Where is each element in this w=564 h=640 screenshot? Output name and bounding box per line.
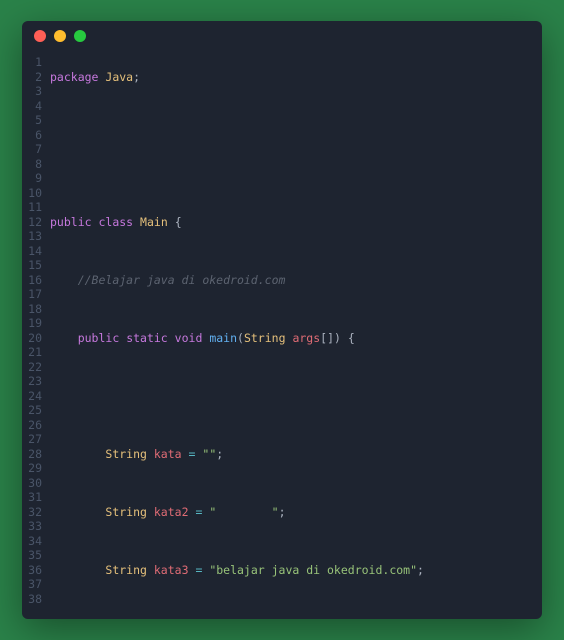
line-number: 20 <box>28 331 42 346</box>
line-number: 10 <box>28 186 42 201</box>
keyword-class: class <box>98 215 133 229</box>
code-content[interactable]: package Java; public class Main { //Bela… <box>50 55 542 619</box>
line-number: 23 <box>28 374 42 389</box>
code-editor[interactable]: 1234567891011121314151617181920212223242… <box>22 51 542 619</box>
line-number: 36 <box>28 563 42 578</box>
line-number: 14 <box>28 244 42 259</box>
string-literal: "belajar java di okedroid.com" <box>209 563 417 577</box>
var-kata3: kata3 <box>154 563 189 577</box>
line-number: 30 <box>28 476 42 491</box>
editor-window: 1234567891011121314151617181920212223242… <box>22 21 542 619</box>
line-number: 35 <box>28 548 42 563</box>
line-number: 21 <box>28 345 42 360</box>
line-number: 18 <box>28 302 42 317</box>
line-number: 32 <box>28 505 42 520</box>
line-gutter: 1234567891011121314151617181920212223242… <box>22 55 50 619</box>
var-kata: kata <box>154 447 182 461</box>
keyword-static: static <box>126 331 168 345</box>
keyword-void: void <box>175 331 203 345</box>
line-number: 34 <box>28 534 42 549</box>
line-number: 37 <box>28 577 42 592</box>
var-kata2: kata2 <box>154 505 189 519</box>
line-number: 29 <box>28 461 42 476</box>
line-number: 22 <box>28 360 42 375</box>
line-number: 27 <box>28 432 42 447</box>
line-number: 24 <box>28 389 42 404</box>
line-number: 3 <box>28 84 42 99</box>
string-literal: " " <box>209 505 278 519</box>
line-number: 25 <box>28 403 42 418</box>
method-main: main <box>209 331 237 345</box>
line-number: 6 <box>28 128 42 143</box>
line-number: 12 <box>28 215 42 230</box>
comment: //Belajar java di okedroid.com <box>78 273 286 287</box>
keyword-package: package <box>50 70 98 84</box>
param-args: args <box>292 331 320 345</box>
line-number: 2 <box>28 70 42 85</box>
line-number: 8 <box>28 157 42 172</box>
class-main: Main <box>140 215 168 229</box>
line-number: 15 <box>28 258 42 273</box>
line-number: 7 <box>28 142 42 157</box>
line-number: 28 <box>28 447 42 462</box>
close-icon[interactable] <box>34 30 46 42</box>
minimize-icon[interactable] <box>54 30 66 42</box>
line-number: 19 <box>28 316 42 331</box>
maximize-icon[interactable] <box>74 30 86 42</box>
titlebar <box>22 21 542 51</box>
line-number: 26 <box>28 418 42 433</box>
line-number: 33 <box>28 519 42 534</box>
line-number: 4 <box>28 99 42 114</box>
identifier-java: Java <box>105 70 133 84</box>
string-literal: "" <box>202 447 216 461</box>
line-number: 16 <box>28 273 42 288</box>
line-number: 11 <box>28 200 42 215</box>
line-number: 38 <box>28 592 42 607</box>
line-number: 1 <box>28 55 42 70</box>
line-number: 9 <box>28 171 42 186</box>
line-number: 5 <box>28 113 42 128</box>
keyword-public: public <box>50 215 92 229</box>
line-number: 31 <box>28 490 42 505</box>
line-number: 13 <box>28 229 42 244</box>
line-number: 17 <box>28 287 42 302</box>
